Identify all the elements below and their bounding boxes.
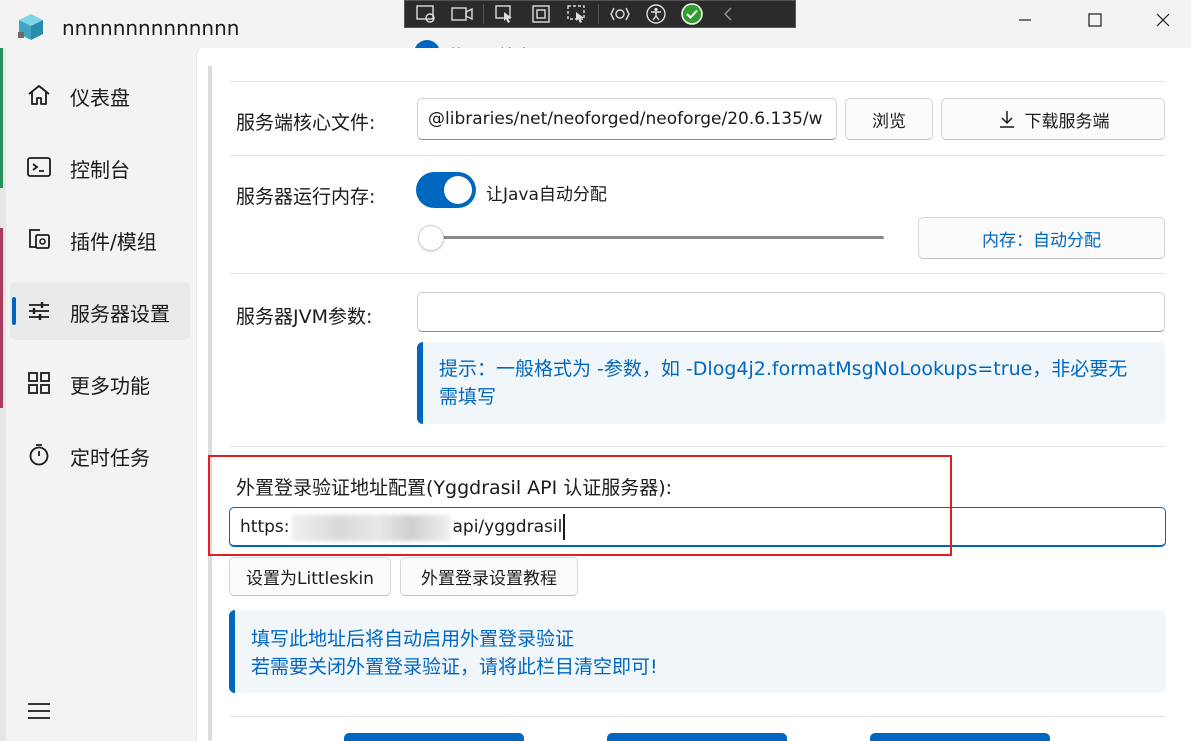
section-divider	[230, 155, 1166, 156]
select-region-button[interactable]	[562, 1, 592, 27]
close-icon	[1156, 13, 1170, 27]
region-button[interactable]	[526, 1, 556, 27]
sidebar-item-label: 更多功能	[70, 374, 150, 398]
accessibility-icon	[610, 7, 630, 21]
sidebar-item-plugins[interactable]: 插件/模组	[10, 210, 190, 268]
infobar-accent	[229, 610, 235, 693]
set-littleskin-button[interactable]: 设置为Littleskin	[229, 557, 391, 596]
highlight-annotation-box	[208, 455, 952, 556]
toggle-knob	[444, 176, 472, 204]
sidebar-item-label: 仪表盘	[70, 86, 130, 110]
vertical-scrollbar[interactable]	[208, 58, 212, 741]
auto-memory-toggle-label: 让Java自动分配	[486, 185, 607, 205]
memory-label: 服务器运行内存:	[236, 186, 376, 208]
terminal-icon	[27, 157, 51, 177]
maximize-icon	[1088, 13, 1102, 27]
section-divider	[230, 273, 1166, 274]
app-logo-icon	[18, 14, 43, 40]
home-icon	[28, 85, 50, 105]
pointer-icon	[495, 5, 512, 23]
bottom-action-button-3[interactable]	[870, 733, 1050, 741]
core-file-input[interactable]: @libraries/net/neoforged/neoforge/20.6.1…	[417, 98, 837, 140]
minimize-button[interactable]	[990, 0, 1060, 40]
sidebar-item-server-settings[interactable]: 服务器设置	[10, 282, 190, 340]
active-indicator	[12, 297, 16, 325]
minimize-icon	[1019, 19, 1031, 21]
hamburger-icon[interactable]	[26, 698, 52, 724]
download-server-label: 下载服务端	[1024, 111, 1110, 132]
edge-accent-pink	[0, 228, 3, 408]
sidebar-item-label: 插件/模组	[70, 230, 157, 254]
auth-info-line-1: 填写此地址后将自动启用外置登录验证	[251, 628, 575, 650]
jvm-hint-infobar: 提示：一般格式为 -参数，如 -Dlog4j2.formatMsgNoLooku…	[417, 342, 1165, 424]
memory-slider-thumb[interactable]	[418, 225, 444, 251]
sidebar-item-console[interactable]: 控制台	[10, 138, 190, 196]
sidebar-item-scheduled-tasks[interactable]: 定时任务	[10, 426, 190, 484]
capture-toolbar	[404, 0, 796, 28]
auth-info-text: 填写此地址后将自动启用外置登录验证 若需要关闭外置登录验证，请将此栏目清空即可!	[251, 625, 1146, 681]
jvm-hint-text: 提示：一般格式为 -参数，如 -Dlog4j2.formatMsgNoLooku…	[439, 358, 1128, 408]
person-icon	[646, 4, 666, 24]
screen-record-icon	[416, 5, 435, 23]
bottom-action-button-1[interactable]	[344, 733, 524, 741]
sidebar: 仪表盘 控制台 插件/模组 服务器设置 更多功能 定时任务	[6, 48, 196, 741]
collapse-toolbar-button[interactable]	[713, 1, 743, 27]
auto-memory-toggle[interactable]	[416, 172, 476, 208]
core-file-label: 服务端核心文件:	[236, 112, 376, 134]
sliders-icon	[29, 302, 49, 320]
memory-slider-track[interactable]	[430, 236, 884, 239]
browse-button[interactable]: 浏览	[845, 98, 933, 140]
sidebar-item-label: 控制台	[70, 158, 130, 182]
accessibility-button[interactable]	[605, 1, 635, 27]
grid-icon	[28, 372, 50, 394]
sidebar-item-label: 服务器设置	[70, 302, 170, 326]
toolbar-separator	[483, 4, 484, 24]
download-icon	[999, 111, 1014, 128]
toolbar-separator	[598, 4, 599, 24]
section-divider	[230, 716, 1166, 717]
camera-icon	[451, 7, 473, 21]
region-icon	[532, 5, 550, 23]
sidebar-item-dashboard[interactable]: 仪表盘	[10, 66, 190, 124]
chevron-left-icon	[724, 7, 732, 21]
person-button[interactable]	[641, 1, 671, 27]
auth-tutorial-button[interactable]: 外置登录设置教程	[400, 557, 578, 596]
jvm-args-label: 服务器JVM参数:	[236, 306, 373, 328]
screen-record-button[interactable]	[411, 1, 441, 27]
download-server-button[interactable]: 下载服务端	[941, 98, 1165, 140]
close-button[interactable]	[1128, 0, 1191, 40]
auth-info-line-2: 若需要关闭外置登录验证，请将此栏目清空即可!	[251, 656, 658, 678]
auth-info-infobar: 填写此地址后将自动启用外置登录验证 若需要关闭外置登录验证，请将此栏目清空即可!	[229, 610, 1166, 693]
bottom-action-button-2[interactable]	[607, 733, 787, 741]
sidebar-item-more[interactable]: 更多功能	[10, 354, 190, 412]
maximize-button[interactable]	[1060, 0, 1130, 40]
section-divider	[230, 446, 1166, 447]
status-check-button[interactable]	[677, 1, 707, 27]
window-title: nnnnnnnnnnnnnn	[62, 16, 240, 40]
scroll-clip-mask	[200, 48, 1191, 66]
jvm-args-input[interactable]	[417, 292, 1165, 332]
infobar-accent	[417, 342, 423, 424]
timer-icon	[29, 444, 49, 466]
camera-button[interactable]	[447, 1, 477, 27]
edge-accent-green	[0, 48, 3, 188]
select-region-icon	[567, 5, 585, 23]
sidebar-item-label: 定时任务	[70, 446, 150, 470]
pointer-button[interactable]	[490, 1, 520, 27]
check-icon	[681, 3, 703, 25]
memory-auto-button[interactable]: 内存：自动分配	[918, 217, 1165, 259]
section-divider	[230, 81, 1166, 82]
plugins-icon	[29, 229, 50, 249]
